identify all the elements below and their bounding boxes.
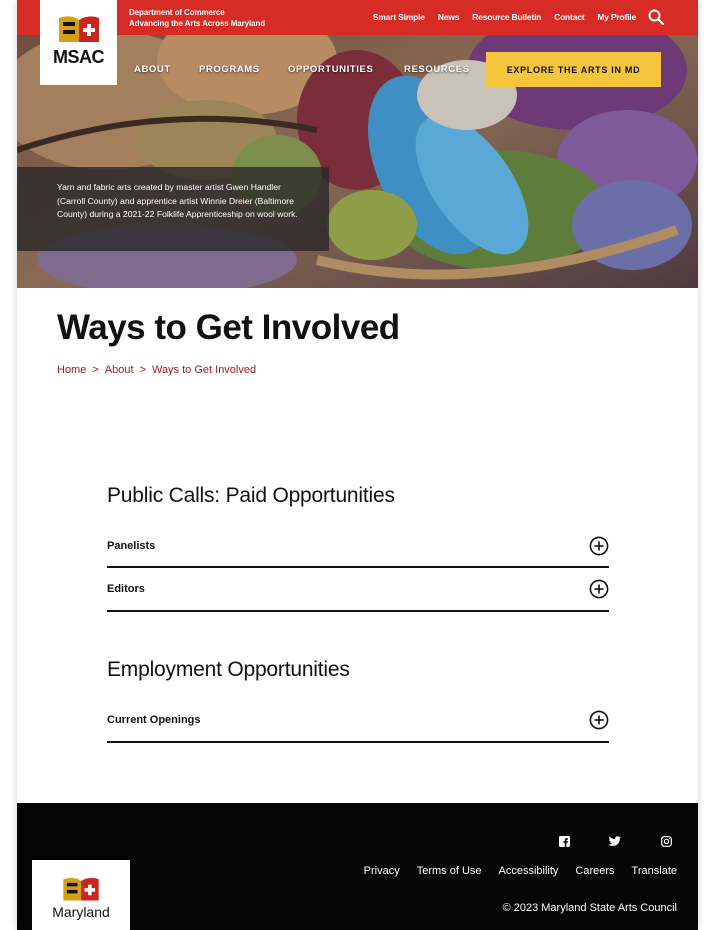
twitter-icon[interactable] (608, 836, 621, 847)
nav-resources[interactable]: RESOURCES (404, 64, 470, 75)
breadcrumb-about[interactable]: About (105, 364, 134, 376)
utility-links: Smart Simple News Resource Bulletin Cont… (373, 12, 636, 22)
maryland-state-logo[interactable]: Maryland (32, 860, 130, 930)
maryland-flag-icon (58, 16, 99, 42)
agency-tagline: Advancing the Arts Across Maryland (129, 19, 266, 28)
nav-programs[interactable]: PROGRAMS (199, 64, 260, 75)
accordion-divider (107, 610, 609, 612)
expand-plus-icon[interactable] (589, 710, 609, 730)
footer-link-terms[interactable]: Terms of Use (417, 865, 482, 877)
accordion-item-panelists[interactable]: Panelists (107, 536, 609, 556)
breadcrumb-separator: > (92, 364, 99, 376)
footer-link-accessibility[interactable]: Accessibility (499, 865, 559, 877)
utility-link-news[interactable]: News (438, 12, 460, 22)
explore-arts-button[interactable]: EXPLORE THE ARTS IN MD (486, 52, 661, 87)
maryland-flag-icon (63, 877, 99, 901)
accordion-label: Editors (107, 583, 145, 595)
instagram-icon[interactable] (661, 836, 672, 847)
department-tagline: Department of Commerce Advancing the Art… (129, 7, 265, 29)
footer-nav: Privacy Terms of Use Accessibility Caree… (364, 865, 677, 877)
accordion-item-current-openings[interactable]: Current Openings (107, 710, 609, 730)
hero-banner: Department of Commerce Advancing the Art… (17, 0, 698, 288)
footer-link-careers[interactable]: Careers (575, 865, 614, 877)
page: Department of Commerce Advancing the Art… (17, 0, 698, 930)
site-footer: Privacy Terms of Use Accessibility Caree… (17, 803, 698, 930)
facebook-icon[interactable] (559, 836, 570, 847)
logo-wordmark: MSAC (53, 47, 105, 67)
footer-link-translate[interactable]: Translate (632, 865, 677, 877)
page-title: Ways to Get Involved (57, 308, 400, 347)
state-logo-wordmark: Maryland (52, 904, 110, 920)
expand-plus-icon[interactable] (589, 579, 609, 599)
nav-about[interactable]: ABOUT (134, 64, 171, 75)
section-heading-public-calls: Public Calls: Paid Opportunities (107, 484, 395, 507)
section-heading-employment: Employment Opportunities (107, 658, 350, 681)
breadcrumb-home[interactable]: Home (57, 364, 86, 376)
expand-plus-icon[interactable] (589, 536, 609, 556)
utility-link-contact[interactable]: Contact (554, 12, 584, 22)
search-icon[interactable] (648, 9, 664, 25)
utility-link-my-profile[interactable]: My Profile (597, 12, 636, 22)
accordion-label: Current Openings (107, 714, 201, 726)
utility-bar: Department of Commerce Advancing the Art… (17, 0, 698, 35)
hero-caption: Yarn and fabric arts created by master a… (17, 167, 329, 251)
department-name: Department of Commerce (129, 8, 225, 17)
accordion-item-editors[interactable]: Editors (107, 579, 609, 599)
footer-link-privacy[interactable]: Privacy (364, 865, 400, 877)
hero-caption-text: Yarn and fabric arts created by master a… (57, 182, 298, 219)
msac-logo[interactable]: MSAC (40, 0, 117, 85)
breadcrumb-current: Ways to Get Involved (151, 364, 257, 376)
breadcrumb: Home > About > Ways to Get Involved (57, 364, 256, 376)
copyright-text: © 2023 Maryland State Arts Council (502, 902, 677, 914)
breadcrumb-separator: > (139, 364, 146, 376)
utility-link-resource-bulletin[interactable]: Resource Bulletin (472, 12, 541, 22)
accordion-label: Panelists (107, 540, 156, 552)
utility-link-smart-simple[interactable]: Smart Simple (373, 12, 425, 22)
accordion-divider (107, 741, 609, 743)
accordion-divider (107, 566, 609, 568)
nav-opportunities[interactable]: OPPORTUNITIES (288, 64, 373, 75)
